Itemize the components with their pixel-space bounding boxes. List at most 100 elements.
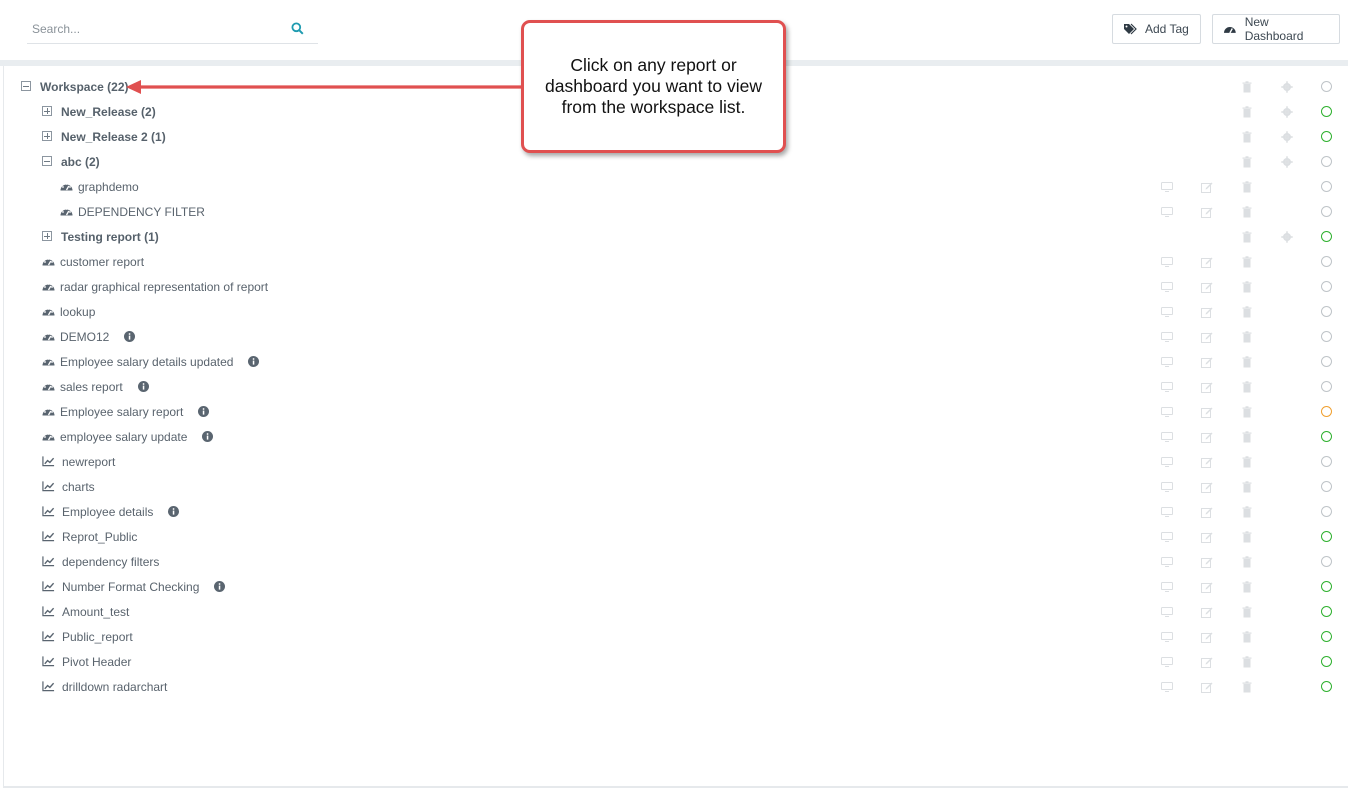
expand-icon[interactable] [42,131,52,141]
trash-icon[interactable] [1241,531,1253,543]
edit-icon[interactable] [1201,456,1213,468]
trash-icon[interactable] [1241,481,1253,493]
view-icon[interactable] [1161,581,1173,593]
view-icon[interactable] [1161,681,1173,693]
edit-icon[interactable] [1201,331,1213,343]
list-item[interactable]: charts [4,474,1348,499]
search-input[interactable] [32,20,282,38]
view-icon[interactable] [1161,631,1173,643]
view-icon[interactable] [1161,381,1173,393]
trash-icon[interactable] [1241,131,1253,143]
expand-icon[interactable] [42,231,52,241]
settings-icon[interactable] [1281,81,1293,93]
new-dashboard-button[interactable]: New Dashboard [1212,14,1340,44]
edit-icon[interactable] [1201,181,1213,193]
status-indicator[interactable] [1321,631,1332,642]
status-indicator[interactable] [1321,581,1332,592]
collapse-icon[interactable] [21,81,31,91]
trash-icon[interactable] [1241,106,1253,118]
status-indicator[interactable] [1321,256,1332,267]
view-icon[interactable] [1161,281,1173,293]
trash-icon[interactable] [1241,281,1253,293]
trash-icon[interactable] [1241,681,1253,693]
view-icon[interactable] [1161,331,1173,343]
trash-icon[interactable] [1241,181,1253,193]
trash-icon[interactable] [1241,506,1253,518]
status-indicator[interactable] [1321,456,1332,467]
status-indicator[interactable] [1321,656,1332,667]
edit-icon[interactable] [1201,256,1213,268]
trash-icon[interactable] [1241,156,1253,168]
status-indicator[interactable] [1321,406,1332,417]
list-item[interactable]: DEPENDENCY FILTER [4,199,1348,224]
list-item[interactable]: Employee salary report [4,399,1348,424]
edit-icon[interactable] [1201,481,1213,493]
edit-icon[interactable] [1201,506,1213,518]
list-item[interactable]: Employee details [4,499,1348,524]
expand-icon[interactable] [42,106,52,116]
edit-icon[interactable] [1201,556,1213,568]
trash-icon[interactable] [1241,231,1253,243]
trash-icon[interactable] [1241,556,1253,568]
view-icon[interactable] [1161,606,1173,618]
status-indicator[interactable] [1321,506,1332,517]
list-item[interactable]: Amount_test [4,599,1348,624]
status-indicator[interactable] [1321,206,1332,217]
status-indicator[interactable] [1321,381,1332,392]
status-indicator[interactable] [1321,156,1332,167]
status-indicator[interactable] [1321,231,1332,242]
view-icon[interactable] [1161,506,1173,518]
list-item[interactable]: Reprot_Public [4,524,1348,549]
edit-icon[interactable] [1201,581,1213,593]
trash-icon[interactable] [1241,356,1253,368]
trash-icon[interactable] [1241,306,1253,318]
list-item[interactable]: Employee salary details updated [4,349,1348,374]
info-icon[interactable] [168,506,180,517]
edit-icon[interactable] [1201,606,1213,618]
info-icon[interactable] [248,356,260,367]
status-indicator[interactable] [1321,281,1332,292]
search-icon[interactable] [291,22,304,35]
folder-row[interactable]: Testing report (1) [4,224,1348,249]
edit-icon[interactable] [1201,356,1213,368]
status-indicator[interactable] [1321,356,1332,367]
edit-icon[interactable] [1201,406,1213,418]
edit-icon[interactable] [1201,656,1213,668]
trash-icon[interactable] [1241,81,1253,93]
trash-icon[interactable] [1241,206,1253,218]
list-item[interactable]: drilldown radarchart [4,674,1348,699]
status-indicator[interactable] [1321,481,1332,492]
status-indicator[interactable] [1321,131,1332,142]
trash-icon[interactable] [1241,631,1253,643]
list-item[interactable]: DEMO12 [4,324,1348,349]
status-indicator[interactable] [1321,81,1332,92]
add-tag-button[interactable]: Add Tag [1112,14,1201,44]
info-icon[interactable] [214,581,226,592]
edit-icon[interactable] [1201,306,1213,318]
edit-icon[interactable] [1201,531,1213,543]
status-indicator[interactable] [1321,181,1332,192]
list-item[interactable]: graphdemo [4,174,1348,199]
edit-icon[interactable] [1201,281,1213,293]
list-item[interactable]: Public_report [4,624,1348,649]
settings-icon[interactable] [1281,131,1293,143]
trash-icon[interactable] [1241,456,1253,468]
view-icon[interactable] [1161,181,1173,193]
trash-icon[interactable] [1241,381,1253,393]
view-icon[interactable] [1161,306,1173,318]
collapse-icon[interactable] [42,156,52,166]
view-icon[interactable] [1161,256,1173,268]
trash-icon[interactable] [1241,431,1253,443]
status-indicator[interactable] [1321,331,1332,342]
edit-icon[interactable] [1201,206,1213,218]
list-item[interactable]: radar graphical representation of report [4,274,1348,299]
info-icon[interactable] [137,381,149,392]
trash-icon[interactable] [1241,331,1253,343]
info-icon[interactable] [202,431,214,442]
status-indicator[interactable] [1321,431,1332,442]
list-item[interactable]: lookup [4,299,1348,324]
settings-icon[interactable] [1281,231,1293,243]
trash-icon[interactable] [1241,656,1253,668]
view-icon[interactable] [1161,481,1173,493]
trash-icon[interactable] [1241,256,1253,268]
